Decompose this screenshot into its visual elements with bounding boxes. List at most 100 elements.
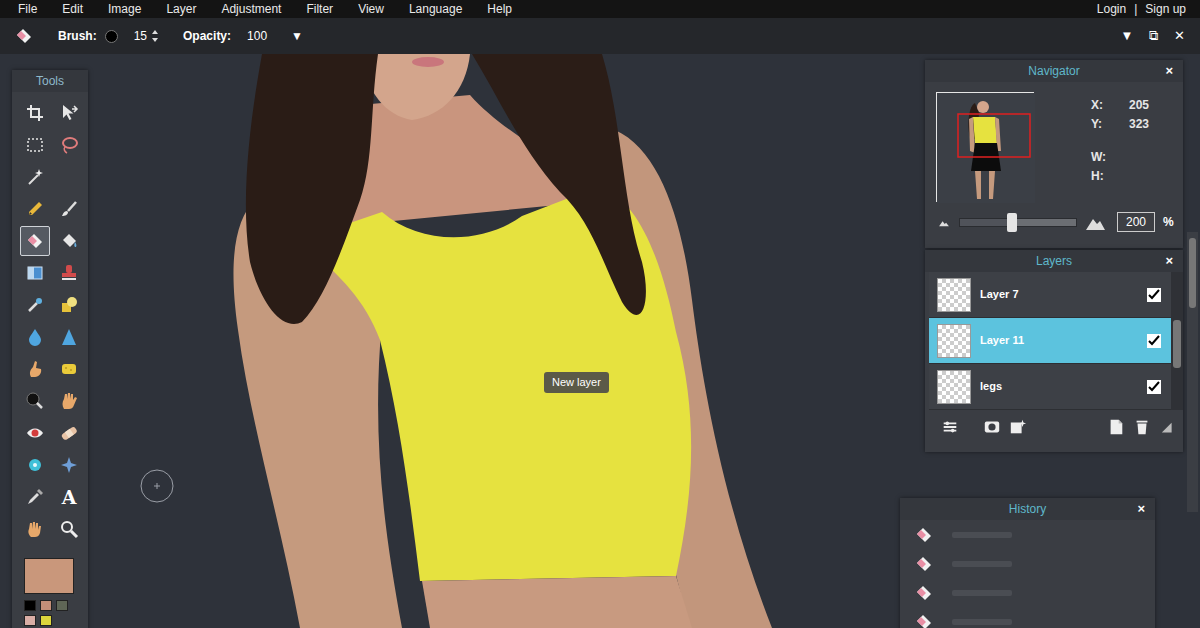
layer-row[interactable]: Layer 11 <box>929 318 1171 364</box>
scrollbar-thumb[interactable] <box>1189 238 1196 308</box>
tool-button[interactable] <box>20 226 50 256</box>
close-button[interactable]: × <box>1137 498 1145 520</box>
tool-button[interactable] <box>20 290 50 320</box>
layer-row[interactable]: legs <box>929 364 1171 410</box>
spinner-icon[interactable] <box>151 29 159 43</box>
zoom-input[interactable]: 200 <box>1117 212 1155 232</box>
blur-icon[interactable] <box>25 327 45 347</box>
panel-scrollbar[interactable] <box>1187 232 1198 512</box>
menu-item[interactable]: Image <box>108 0 141 18</box>
layer-mask-icon[interactable] <box>983 418 1001 436</box>
layer-name[interactable]: Layer 7 <box>980 286 1147 303</box>
tool-button[interactable] <box>54 98 84 128</box>
tool-button[interactable] <box>54 450 84 480</box>
layer-row[interactable]: Layer 7 <box>929 272 1171 318</box>
history-item[interactable] <box>900 549 1155 578</box>
menu-item[interactable]: Layer <box>166 0 196 18</box>
redeye-icon[interactable] <box>25 423 45 443</box>
wand-icon[interactable] <box>25 167 45 187</box>
menu-item[interactable]: Language <box>409 0 462 18</box>
close-button[interactable]: × <box>1165 250 1173 272</box>
brush-size-value[interactable]: 15 <box>134 27 147 45</box>
new-layer-icon[interactable] <box>1107 418 1125 436</box>
tool-button[interactable] <box>20 418 50 448</box>
tool-button[interactable]: A <box>54 482 84 512</box>
color-swatch[interactable] <box>56 600 68 611</box>
move-icon[interactable] <box>59 103 79 123</box>
color-swatch[interactable] <box>40 600 52 611</box>
tool-button[interactable] <box>20 354 50 384</box>
color-swatch[interactable] <box>24 600 36 611</box>
tool-button[interactable] <box>54 226 84 256</box>
account-link[interactable]: Sign up <box>1145 0 1186 18</box>
brush-icon[interactable] <box>59 199 79 219</box>
sponge-icon[interactable] <box>59 359 79 379</box>
pinch-icon[interactable] <box>59 455 79 475</box>
tool-button[interactable] <box>20 98 50 128</box>
tool-button[interactable] <box>54 258 84 288</box>
scrollbar-thumb[interactable] <box>1173 320 1181 368</box>
burn-icon[interactable] <box>59 391 79 411</box>
visibility-checkbox[interactable] <box>1147 380 1161 394</box>
marquee-icon[interactable] <box>25 135 45 155</box>
close-button[interactable]: ✕ <box>1168 26 1190 46</box>
tool-button[interactable] <box>54 514 84 544</box>
tool-button[interactable] <box>20 258 50 288</box>
resize-icon[interactable] <box>1159 420 1173 434</box>
tool-button[interactable] <box>20 386 50 416</box>
opacity-value[interactable]: 100 <box>247 27 267 45</box>
stamp-icon[interactable] <box>59 263 79 283</box>
gradient-icon[interactable] <box>25 263 45 283</box>
menu-item[interactable]: Adjustment <box>221 0 281 18</box>
smudge-icon[interactable] <box>25 359 45 379</box>
delete-layer-icon[interactable] <box>1133 418 1151 436</box>
visibility-checkbox[interactable] <box>1147 334 1161 348</box>
lasso-icon[interactable] <box>59 135 79 155</box>
tool-button[interactable] <box>20 482 50 512</box>
restore-button[interactable]: ⧉ <box>1142 26 1164 46</box>
pencil-icon[interactable] <box>25 199 45 219</box>
layer-settings-icon[interactable] <box>941 418 959 436</box>
menu-item[interactable]: Help <box>487 0 512 18</box>
history-item[interactable] <box>900 607 1155 628</box>
zoom-slider[interactable] <box>959 218 1077 227</box>
color-swatch[interactable] <box>40 615 52 626</box>
crop-icon[interactable] <box>25 103 45 123</box>
tool-button[interactable] <box>54 130 84 160</box>
picker-icon[interactable] <box>25 487 45 507</box>
menu-item[interactable]: File <box>18 0 37 18</box>
tool-button[interactable] <box>20 162 50 192</box>
layers-scrollbar[interactable] <box>1171 272 1183 410</box>
zoom-in-icon[interactable] <box>1085 212 1105 232</box>
menu-item[interactable]: Edit <box>62 0 83 18</box>
tool-button[interactable] <box>54 290 84 320</box>
menu-item[interactable]: View <box>358 0 384 18</box>
primary-color-swatch[interactable] <box>24 558 74 594</box>
eraser-icon[interactable] <box>25 231 45 251</box>
sharpen-icon[interactable] <box>59 327 79 347</box>
visibility-checkbox[interactable] <box>1147 288 1161 302</box>
color-swatch[interactable] <box>24 615 36 626</box>
layer-name[interactable]: Layer 11 <box>980 332 1147 349</box>
tool-button[interactable] <box>54 386 84 416</box>
menu-item[interactable]: Filter <box>306 0 333 18</box>
tool-button[interactable] <box>20 450 50 480</box>
hand-icon[interactable] <box>25 519 45 539</box>
replace-icon[interactable] <box>25 295 45 315</box>
tool-button[interactable] <box>54 194 84 224</box>
layer-styles-icon[interactable] <box>1009 418 1027 436</box>
shapes-icon[interactable] <box>59 295 79 315</box>
tool-button[interactable] <box>54 418 84 448</box>
account-link[interactable]: Login <box>1097 0 1126 18</box>
tool-button[interactable] <box>20 322 50 352</box>
tool-button[interactable] <box>20 194 50 224</box>
text-tool-icon[interactable]: A <box>62 488 77 507</box>
layer-name[interactable]: legs <box>980 378 1147 395</box>
bucket-icon[interactable] <box>59 231 79 251</box>
bloat-icon[interactable] <box>25 455 45 475</box>
zoom-out-icon[interactable] <box>937 215 951 229</box>
tool-button[interactable] <box>54 354 84 384</box>
brush-size[interactable]: 15 <box>134 27 159 45</box>
zoom-icon[interactable] <box>59 519 79 539</box>
brush-preview[interactable] <box>105 30 118 43</box>
